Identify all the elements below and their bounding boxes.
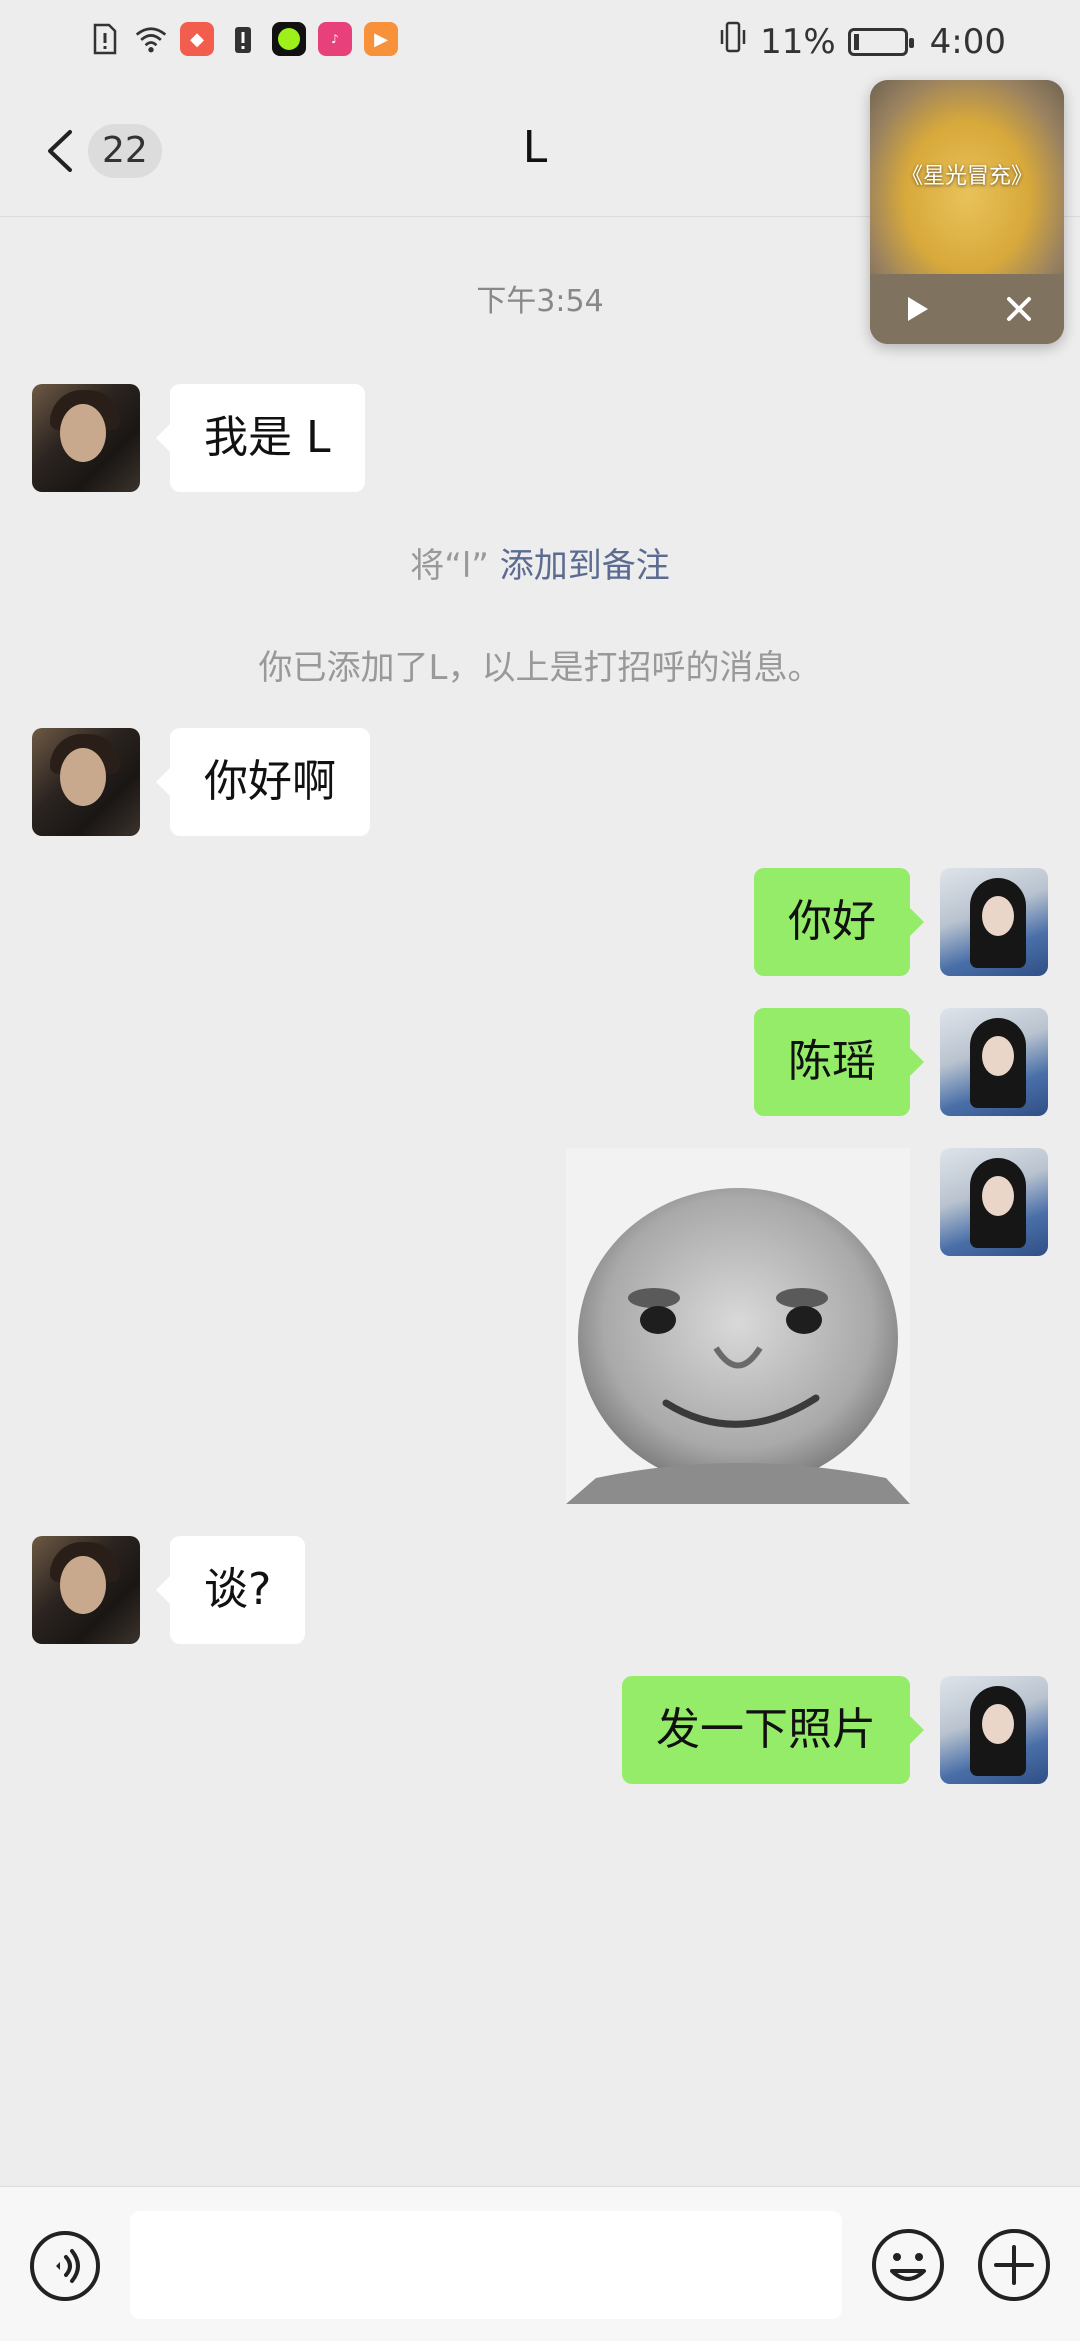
contact-avatar[interactable] (32, 1536, 140, 1644)
my-avatar[interactable] (940, 1008, 1048, 1116)
message-bubble-outgoing[interactable]: 你好 (754, 868, 924, 976)
my-avatar[interactable] (940, 868, 1048, 976)
system-greeting-note: 你已添加了L，以上是打招呼的消息。 (258, 648, 822, 688)
vibrate-icon (718, 20, 748, 63)
add-remark-link[interactable]: 添加到备注 (500, 546, 670, 586)
status-bar: ◆ ♪ ▶ 11% 4:00 (0, 0, 1080, 86)
message-bubble-incoming[interactable]: 我是 L (156, 384, 365, 492)
notification-icons: ◆ ♪ ▶ (88, 22, 398, 56)
input-bar (0, 2186, 1080, 2341)
remark-prefix: 将“l” (410, 546, 489, 586)
shopping-app-icon: ◆ (180, 22, 214, 56)
message-bubble-outgoing[interactable]: 发一下照片 (622, 1676, 924, 1784)
battery-level-fill (853, 33, 859, 50)
alert-doc-icon (88, 22, 122, 56)
message-input[interactable] (130, 2211, 842, 2319)
green-circle-app-icon (272, 22, 306, 56)
my-avatar[interactable] (940, 1148, 1048, 1256)
contact-avatar[interactable] (32, 384, 140, 492)
wifi-icon (134, 22, 168, 56)
message-bubble-incoming[interactable]: 你好啊 (156, 728, 370, 836)
sticker-message[interactable] (566, 1148, 910, 1504)
battery-icon (847, 27, 914, 56)
emoji-icon[interactable] (870, 2227, 946, 2303)
timestamp-divider: 下午3:54 (476, 284, 604, 319)
status-right: 11% 4:00 (718, 20, 1006, 63)
contact-avatar[interactable] (32, 728, 140, 836)
battery-percent: 11% (760, 21, 836, 62)
voice-icon[interactable] (28, 2229, 102, 2303)
baby-face-sticker (566, 1148, 910, 1504)
clock: 4:00 (929, 21, 1006, 62)
alert-icon (226, 22, 260, 56)
video-caption: 《星光冒充》 (900, 164, 1033, 189)
message-bubble-incoming[interactable]: 谈? (155, 1536, 306, 1644)
my-avatar[interactable] (940, 1676, 1048, 1784)
video-app-icon: ♪ (318, 22, 352, 56)
play-app-icon: ▶ (364, 22, 398, 56)
message-bubble-outgoing[interactable]: 陈瑶 (754, 1008, 924, 1116)
remark-suggestion: 将“l” 添加到备注 (0, 538, 1080, 587)
plus-icon[interactable] (976, 2227, 1052, 2303)
